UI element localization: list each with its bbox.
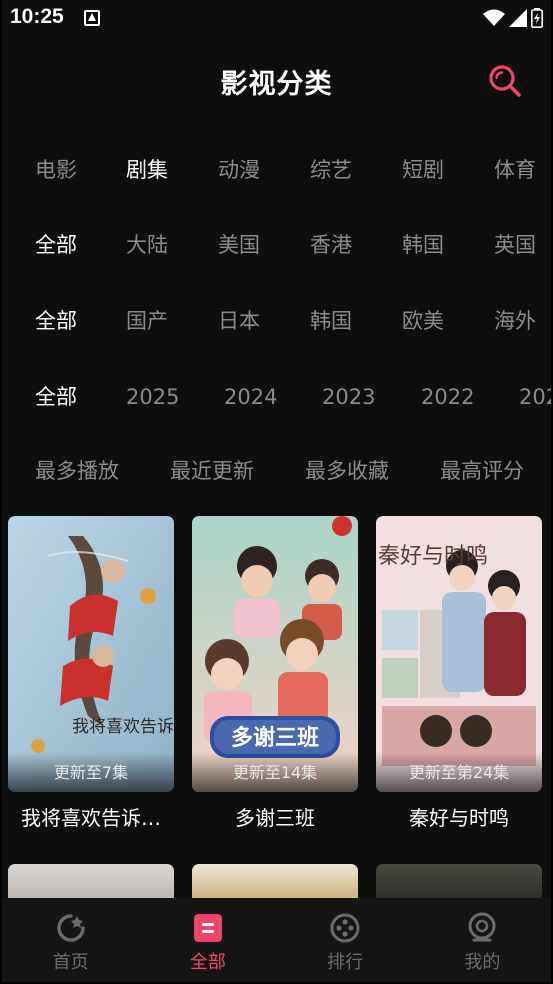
filter-type-sports[interactable]: 体育 <box>494 150 536 190</box>
poster-caption: 我将喜欢告诉了风 <box>72 717 174 737</box>
video-title: 多谢三班 <box>235 806 315 830</box>
video-card[interactable]: 多谢三班 更新至14集 多谢三班 <box>192 516 358 831</box>
filter-sub-overseas[interactable]: 海外 <box>494 301 536 341</box>
video-card[interactable]: 我将喜欢告诉了风 更新至7集 我将喜欢告诉… <box>8 516 174 831</box>
video-title: 我将喜欢告诉… <box>21 806 161 830</box>
category-icon <box>193 914 222 942</box>
tab-label: 首页 <box>52 952 89 973</box>
filter-year-all[interactable]: 全部 <box>35 377 77 417</box>
tab-label: 全部 <box>189 952 226 973</box>
page-title: 影视分类 <box>220 69 333 100</box>
poster-caption: 秦好与时鸣 <box>378 544 489 569</box>
filter-region-all[interactable]: 全部 <box>35 225 77 265</box>
wifi-icon <box>483 9 505 26</box>
filter-region-uk[interactable]: 英国 <box>494 225 536 265</box>
filter-sub-western[interactable]: 欧美 <box>402 301 444 341</box>
profile-icon <box>468 912 496 942</box>
filter-row-type: 电影 剧集 动漫 综艺 短剧 体育 <box>2 150 551 190</box>
filter-row-year: 全部 2025 2024 2023 2022 202 <box>2 377 551 417</box>
search-icon <box>489 65 521 97</box>
poster-image <box>8 516 174 792</box>
filter-region-korea[interactable]: 韩国 <box>402 225 444 265</box>
episode-badge: 更新至7集 <box>53 763 129 782</box>
video-poster: 多谢三班 更新至14集 <box>192 516 358 792</box>
filter-type-anime[interactable]: 动漫 <box>218 150 260 190</box>
filter-type-variety[interactable]: 综艺 <box>310 150 352 190</box>
battery-icon <box>531 8 543 28</box>
filter-year-2021[interactable]: 202 <box>519 377 551 417</box>
filter-row-subregion: 全部 国产 日本 韩国 欧美 海外 <box>2 301 551 341</box>
poster-badge: 更新至14集 <box>192 752 358 792</box>
status-bar: 10:25 <box>2 0 551 38</box>
poster-badge: 更新至7集 <box>8 752 174 792</box>
video-poster: 秦好与时鸣 更新至第24集 <box>376 516 542 792</box>
home-icon <box>56 914 85 942</box>
poster-caption: 多谢三班 <box>230 726 319 751</box>
sort-most-played[interactable]: 最多播放 <box>35 451 119 491</box>
filter-region-mainland[interactable]: 大陆 <box>126 225 168 265</box>
video-title: 秦好与时鸣 <box>409 806 509 830</box>
search-button[interactable] <box>488 64 522 98</box>
filter-region-us[interactable]: 美国 <box>218 225 260 265</box>
filter-row-region: 全部 大陆 美国 香港 韩国 英国 <box>2 225 551 265</box>
filter-year-2023[interactable]: 2023 <box>322 377 375 417</box>
filter-type-short[interactable]: 短剧 <box>402 150 444 190</box>
tab-label: 排行 <box>327 952 364 973</box>
signal-icon <box>509 9 527 27</box>
filter-type-series[interactable]: 剧集 <box>126 150 168 190</box>
app-screen: 10:25 影视分类 电影 剧集 动漫 综艺 短剧 体育 全部 大陆 美国 香港… <box>2 0 551 982</box>
tab-profile[interactable]: 我的 <box>414 898 551 982</box>
status-icons <box>483 8 543 28</box>
tab-all[interactable]: 全部 <box>139 898 276 982</box>
filter-sub-korea[interactable]: 韩国 <box>310 301 352 341</box>
filter-sub-japan[interactable]: 日本 <box>218 301 260 341</box>
filter-sub-domestic[interactable]: 国产 <box>126 301 168 341</box>
status-time: 10:25 <box>10 5 64 28</box>
filter-year-2024[interactable]: 2024 <box>224 377 277 417</box>
tab-label: 我的 <box>464 952 501 973</box>
bottom-tab-bar: 首页 全部 排行 我的 <box>2 898 551 982</box>
episode-badge: 更新至14集 <box>232 763 318 782</box>
episode-badge: 更新至第24集 <box>408 763 510 782</box>
sort-row: 最多播放 最近更新 最多收藏 最高评分 <box>2 451 551 491</box>
tab-ranking[interactable]: 排行 <box>277 898 414 982</box>
filter-type-movie[interactable]: 电影 <box>35 150 77 190</box>
filter-region-hk[interactable]: 香港 <box>310 225 352 265</box>
filter-year-2025[interactable]: 2025 <box>126 377 179 417</box>
header: 影视分类 <box>2 40 551 120</box>
tab-home[interactable]: 首页 <box>2 898 139 982</box>
sort-highest-rated[interactable]: 最高评分 <box>440 451 524 491</box>
notification-icon <box>84 10 100 26</box>
sort-most-favorited[interactable]: 最多收藏 <box>305 451 389 491</box>
sort-recently-updated[interactable]: 最近更新 <box>170 451 254 491</box>
ranking-icon <box>330 913 360 943</box>
poster-badge: 更新至第24集 <box>376 752 542 792</box>
video-poster: 我将喜欢告诉了风 更新至7集 <box>8 516 174 792</box>
filter-sub-all[interactable]: 全部 <box>35 301 77 341</box>
filter-year-2022[interactable]: 2022 <box>421 377 474 417</box>
video-card[interactable]: 秦好与时鸣 更新至第24集 秦好与时鸣 <box>376 516 542 831</box>
